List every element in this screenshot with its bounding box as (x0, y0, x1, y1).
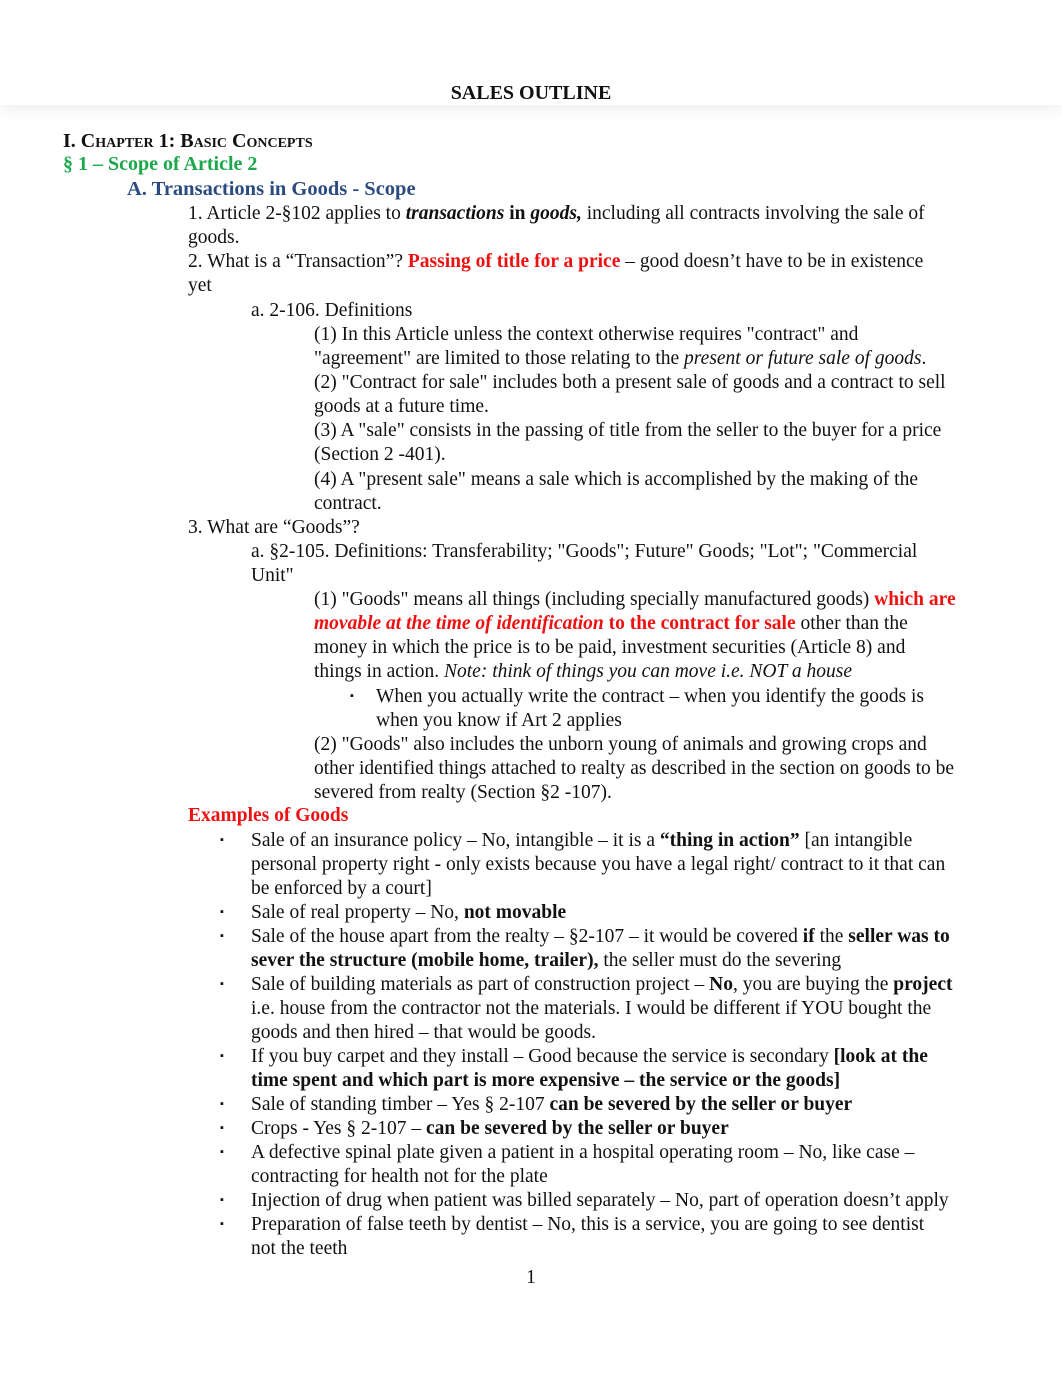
bullet-icon: ▪ (220, 1146, 224, 1158)
goods-def-1-line-2: movable at the time of identification to… (314, 613, 908, 634)
definition-3-line-2: (Section 2 -401). (314, 444, 446, 465)
bullet-icon: ▪ (220, 834, 224, 846)
definition-2-line-1: (2) "Contract for sale" includes both a … (314, 372, 946, 393)
example-5-line-1: If you buy carpet and they install – Goo… (251, 1046, 928, 1067)
example-3-line-2: sever the structure (mobile home, traile… (251, 950, 842, 971)
goods-note-bullet-line-2: when you know if Art 2 applies (376, 710, 622, 731)
example-2: Sale of real property – No, not movable (251, 902, 567, 923)
definition-3-line-1: (3) A "sale" consists in the passing of … (314, 420, 942, 441)
bullet-icon: ▪ (220, 1050, 224, 1062)
bullet-icon: ▪ (220, 1098, 224, 1110)
examples-heading: Examples of Goods (188, 805, 349, 826)
definition-4-line-1: (4) A "present sale" means a sale which … (314, 469, 919, 490)
item-3-heading: 3. What are “Goods”? (188, 517, 360, 538)
example-8-line-1: A defective spinal plate given a patient… (251, 1142, 915, 1163)
subsection-heading: A. Transactions in Goods - Scope (127, 178, 416, 200)
goods-def-1-line-3: money in which the price is to be paid, … (314, 637, 906, 658)
goods-def-2-line-3: severed from realty (Section §2 -107). (314, 782, 612, 803)
bullet-icon: ▪ (220, 978, 224, 990)
example-7: Crops - Yes § 2-107 – can be severed by … (251, 1118, 729, 1139)
section-heading: § 1 – Scope of Article 2 (63, 153, 258, 175)
bullet-icon: ▪ (350, 690, 354, 702)
definition-1-line-2: "agreement" are limited to those relatin… (314, 348, 927, 369)
bullet-icon: ▪ (220, 1218, 224, 1230)
item-2-line-1: 2. What is a “Transaction”? Passing of t… (188, 251, 924, 272)
definitions-2-106-heading: a. 2-106. Definitions (251, 300, 413, 321)
item-1-line-2: goods. (188, 227, 240, 248)
goods-note-bullet-line-1: When you actually write the contract – w… (376, 686, 925, 707)
bullet-icon: ▪ (220, 906, 224, 918)
bullet-icon: ▪ (220, 930, 224, 942)
item-2-line-2: yet (188, 275, 212, 296)
bullet-icon: ▪ (220, 1122, 224, 1134)
bullet-icon: ▪ (220, 1194, 224, 1206)
definition-1-line-1: (1) In this Article unless the context o… (314, 324, 859, 345)
example-6: Sale of standing timber – Yes § 2-107 ca… (251, 1094, 853, 1115)
example-1-line-3: be enforced by a court] (251, 878, 432, 899)
definition-2-line-2: goods at a future time. (314, 396, 489, 417)
goods-def-1-line-1: (1) "Goods" means all things (including … (314, 589, 956, 610)
definitions-2-105-line-2: Unit" (251, 565, 294, 586)
example-1-line-2: personal property right - only exists be… (251, 854, 946, 875)
definition-4-line-2: contract. (314, 493, 382, 514)
document-page: SALES OUTLINE I. Chapter 1: Basic Concep… (0, 0, 1062, 1377)
chapter-number: I. (63, 130, 81, 152)
chapter-heading: I. Chapter 1: Basic Concepts (63, 129, 313, 153)
definitions-2-105-line-1: a. §2-105. Definitions: Transferability;… (251, 541, 918, 562)
document-title: SALES OUTLINE (0, 81, 1062, 105)
example-8-line-2: contracting for health not for the plate (251, 1166, 548, 1187)
example-9: Injection of drug when patient was bille… (251, 1190, 949, 1211)
example-4-line-1: Sale of building materials as part of co… (251, 974, 953, 995)
goods-def-2-line-2: other identified things attached to real… (314, 758, 955, 779)
example-5-line-2: time spent and which part is more expens… (251, 1070, 841, 1091)
example-3-line-1: Sale of the house apart from the realty … (251, 926, 950, 947)
example-10-line-1: Preparation of false teeth by dentist – … (251, 1214, 925, 1235)
example-1-line-1: Sale of an insurance policy – No, intang… (251, 830, 913, 851)
page-number: 1 (526, 1267, 536, 1288)
item-1-line-1: 1. Article 2-§102 applies to transaction… (188, 203, 925, 224)
example-10-line-2: not the teeth (251, 1238, 348, 1259)
example-4-line-3: goods and then hired – that would be goo… (251, 1022, 596, 1043)
example-4-line-2: i.e. house from the contractor not the m… (251, 998, 932, 1019)
chapter-label: Chapter 1: Basic Concepts (80, 130, 313, 152)
goods-def-2-line-1: (2) "Goods" also includes the unborn you… (314, 734, 927, 755)
goods-def-1-line-4: things in action. Note: think of things … (314, 661, 853, 682)
